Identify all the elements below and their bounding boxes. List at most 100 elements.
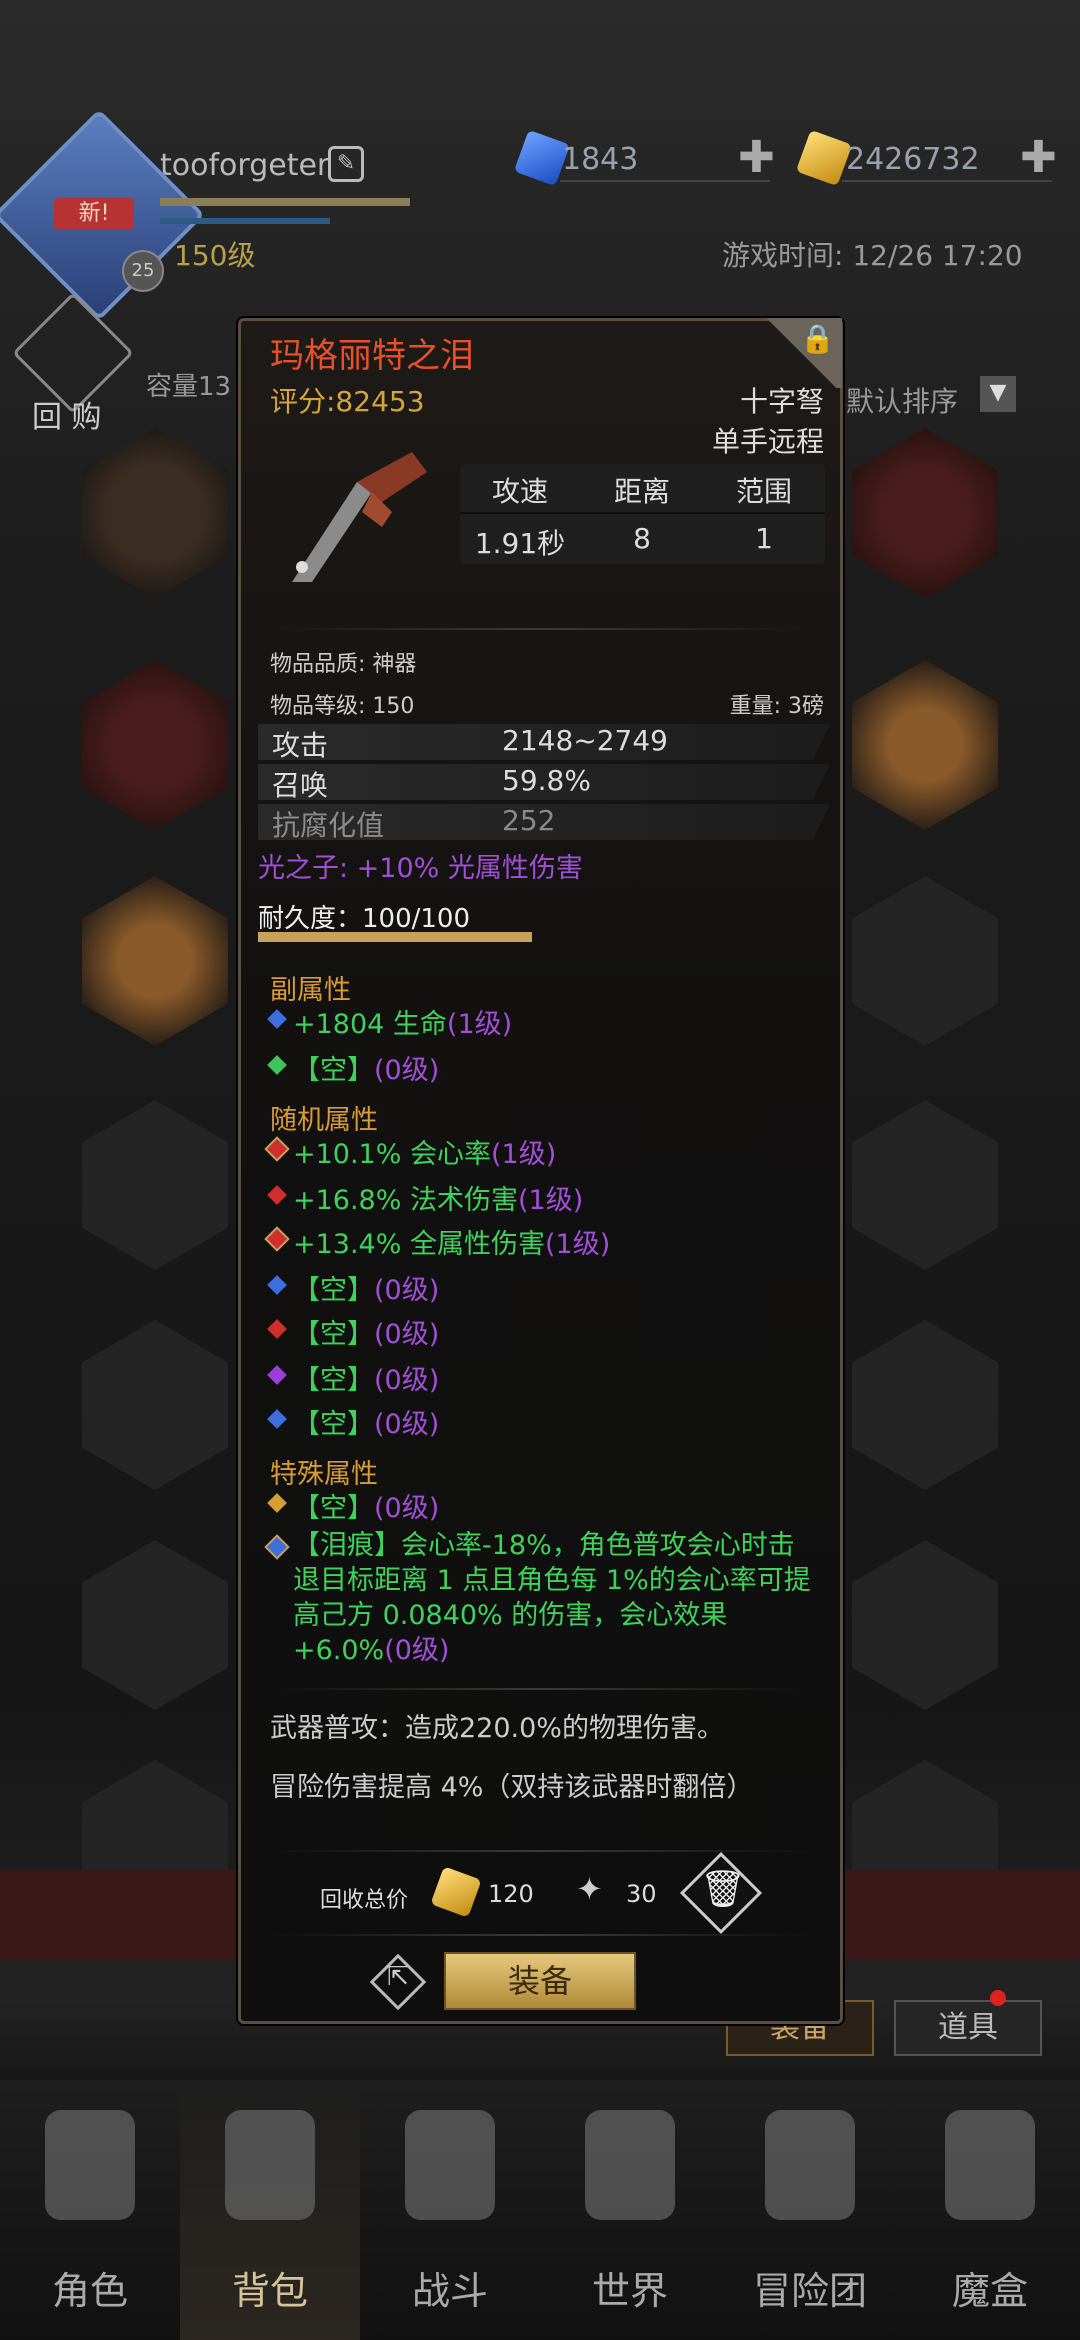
- stat-value: 1.91秒: [474, 527, 566, 560]
- inventory-slot[interactable]: [851, 1540, 999, 1710]
- tab-items[interactable]: 道具: [894, 2000, 1042, 2056]
- notification-dot: [990, 1990, 1006, 2006]
- inventory-slot[interactable]: [81, 1540, 229, 1710]
- item-weight: 重量: 3磅: [729, 694, 824, 719]
- share-icon[interactable]: ⇱: [378, 1962, 418, 1992]
- helmet-icon: [45, 2110, 135, 2220]
- avatar-level-badge: 25: [122, 250, 164, 292]
- inventory-slot[interactable]: [81, 876, 229, 1046]
- nav-item-adventure-team[interactable]: 冒险团: [720, 2080, 900, 2340]
- dust-icon: ✦: [576, 1870, 603, 1908]
- equip-button[interactable]: 装备: [444, 1952, 636, 2010]
- item-level: 物品等级: 150: [270, 694, 415, 719]
- trash-icon[interactable]: 🗑: [700, 1868, 746, 1910]
- add-blue-gem-button[interactable]: ✚: [738, 132, 775, 183]
- stat-value: 59.8%: [502, 764, 591, 797]
- weapon-attack-description: 武器普攻：造成220.0%的物理伤害。: [270, 1713, 724, 1744]
- swords-icon: [405, 2110, 495, 2220]
- divider: [270, 1850, 810, 1852]
- weapon-class: 单手远程: [711, 425, 824, 458]
- inventory-slot[interactable]: [851, 660, 999, 830]
- divider: [270, 1688, 810, 1690]
- inventory-slot[interactable]: [851, 1320, 999, 1490]
- nav-label: 战斗: [411, 2269, 488, 2313]
- sort-dropdown[interactable]: 默认排序: [846, 380, 958, 420]
- nav-label: 背包: [231, 2269, 308, 2313]
- exp-bar: [160, 198, 410, 206]
- inventory-slot[interactable]: [851, 428, 999, 598]
- stat-label: 召唤: [272, 769, 329, 802]
- stat-value: 1: [755, 522, 773, 555]
- attribute-line: 【空】(0级): [293, 1493, 440, 1524]
- attribute-line: 【空】(0级): [293, 1055, 440, 1086]
- item-score: 评分:82453: [270, 385, 425, 418]
- backpack-icon: [225, 2110, 315, 2220]
- divider: [270, 1934, 810, 1936]
- divider: [270, 628, 810, 630]
- gold-count: 2426732: [846, 142, 980, 177]
- attribute-line: 【空】(0级): [293, 1319, 440, 1350]
- add-gold-button[interactable]: ✚: [1020, 132, 1057, 183]
- capacity-label: 容量13: [146, 372, 232, 402]
- stat-header: 距离: [613, 475, 670, 508]
- nav-item-character[interactable]: 角色: [0, 2080, 180, 2340]
- stat-label: 攻击: [272, 729, 329, 762]
- nav-item-battle[interactable]: 战斗: [360, 2080, 540, 2340]
- magic-box-icon: [945, 2110, 1035, 2220]
- inventory-slot[interactable]: [81, 1320, 229, 1490]
- edit-name-icon[interactable]: ✎: [328, 146, 364, 182]
- nav-label: 世界: [591, 2269, 668, 2313]
- flintlock-pistol-icon: [292, 452, 427, 582]
- special-attribute-tear: 【泪痕】会心率-18%，角色普攻会心时击退目标距离 1 点且角色每 1%的会心率…: [293, 1530, 811, 1666]
- inventory-slot[interactable]: [851, 1100, 999, 1270]
- new-badge: 新!: [54, 198, 134, 230]
- gold-icon: [795, 129, 853, 187]
- attribute-line: +13.4% 全属性伤害(1级): [293, 1229, 611, 1260]
- attribute-line: +10.1% 会心率(1级): [293, 1139, 557, 1170]
- recycle-dust-value: 30: [626, 1880, 657, 1908]
- attribute-line: +16.8% 法术伤害(1级): [293, 1185, 584, 1216]
- item-name: 玛格丽特之泪: [270, 336, 474, 376]
- weapon-stats-table: 攻速 距离 范围 1.91秒 8 1: [460, 464, 825, 564]
- nav-label: 魔盒: [951, 2269, 1028, 2313]
- item-quality: 物品品质: 神器: [270, 652, 417, 677]
- blue-gem-count: 1843: [562, 142, 639, 177]
- nav-item-backpack[interactable]: 背包: [180, 2080, 360, 2340]
- adventure-damage-description: 冒险伤害提高 4%（双持该武器时翻倍）: [270, 1772, 754, 1803]
- map-icon: [585, 2110, 675, 2220]
- durability-bar: [258, 932, 532, 942]
- bottom-nav: 角色 背包 战斗 世界 冒险团 魔盒: [0, 2080, 1080, 2340]
- inventory-slot[interactable]: [81, 428, 229, 598]
- inventory-slot[interactable]: [851, 876, 999, 1046]
- recycle-label: 回收总价: [320, 1888, 409, 1913]
- nav-item-world[interactable]: 世界: [540, 2080, 720, 2340]
- castle-icon: [765, 2110, 855, 2220]
- inventory-slot[interactable]: [81, 1100, 229, 1270]
- sub-bar: [160, 218, 330, 224]
- recycle-gold-value: 120: [488, 1880, 534, 1908]
- durability-label: 耐久度：100/100: [258, 904, 471, 934]
- chevron-down-icon[interactable]: ▼: [980, 376, 1016, 412]
- nav-label: 角色: [51, 2269, 128, 2313]
- player-level: 150级: [174, 239, 256, 272]
- lock-icon[interactable]: 🔒: [800, 322, 835, 355]
- stat-header: 攻速: [491, 475, 548, 508]
- attribute-line: 【空】(0级): [293, 1275, 440, 1306]
- stat-value: 2148~2749: [502, 724, 668, 757]
- attribute-line: 【空】(0级): [293, 1409, 440, 1440]
- nav-label: 冒险团: [752, 2269, 867, 2313]
- stat-value: 252: [502, 804, 556, 837]
- attribute-line: +1804 生命(1级): [293, 1009, 513, 1040]
- attribute-line: 【空】(0级): [293, 1365, 440, 1396]
- weapon-type: 十字弩: [739, 385, 824, 418]
- stat-header: 范围: [735, 475, 792, 508]
- username: tooforgeter: [160, 148, 330, 183]
- game-time: 游戏时间: 12/26 17:20: [722, 239, 1023, 272]
- inventory-slot[interactable]: [81, 660, 229, 830]
- set-bonus: 光之子: +10% 光属性伤害: [258, 853, 583, 884]
- nav-item-magic-box[interactable]: 魔盒: [900, 2080, 1080, 2340]
- stat-value: 8: [633, 522, 651, 555]
- game-screen: 新! 25 tooforgeter ✎ 150级 1843 ✚ 2426732 …: [0, 0, 1080, 2340]
- stat-label: 抗腐化值: [272, 809, 385, 842]
- buyback-label[interactable]: 回 购: [32, 392, 102, 436]
